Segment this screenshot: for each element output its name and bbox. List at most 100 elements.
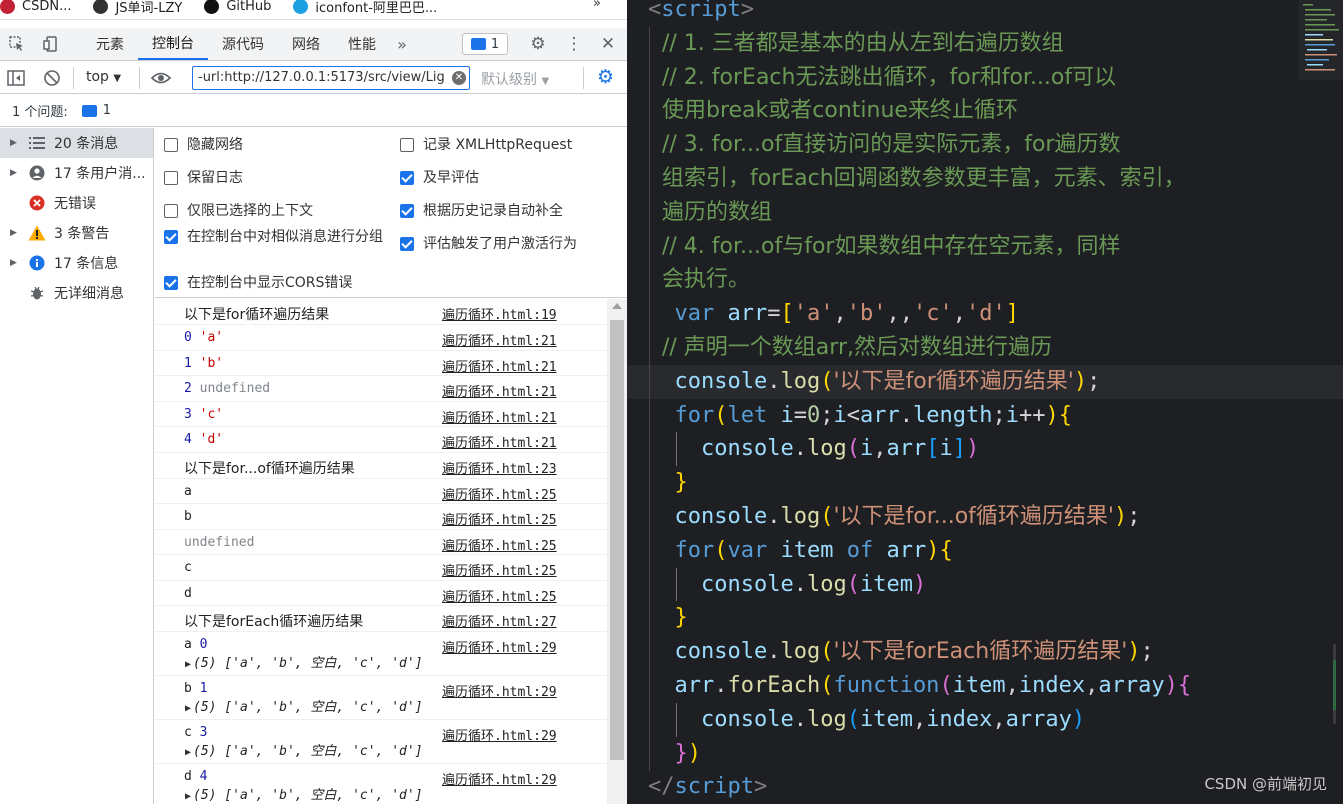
expand-arrow-icon[interactable]: ▶ bbox=[10, 138, 22, 148]
source-link[interactable]: 遍历循环.html:29 bbox=[442, 681, 557, 700]
code-line[interactable]: console.log('以下是forEach循环遍历结果'); bbox=[627, 635, 1343, 669]
sidebar-item-warning[interactable]: ▶ 3 条警告 bbox=[0, 218, 153, 248]
code-line[interactable]: arr.forEach(function(item,index,array){ bbox=[627, 669, 1343, 703]
code-line[interactable]: 遍历的数组 bbox=[627, 196, 1343, 230]
bookmark-item[interactable]: JS单词-LZY bbox=[93, 0, 182, 16]
code-line[interactable]: }) bbox=[627, 737, 1343, 771]
source-link[interactable]: 遍历循环.html:25 bbox=[442, 484, 557, 503]
expand-arrow-icon[interactable]: ▶ bbox=[185, 791, 191, 802]
source-link[interactable]: 遍历循环.html:21 bbox=[442, 381, 557, 400]
kebab-menu-icon[interactable]: ⋮ bbox=[559, 28, 589, 60]
code-line[interactable]: var arr=['a','b',,'c','d'] bbox=[627, 297, 1343, 331]
source-link[interactable]: 遍历循环.html:27 bbox=[442, 611, 557, 630]
checkbox[interactable] bbox=[164, 276, 178, 290]
checkbox[interactable] bbox=[164, 138, 178, 152]
log-levels-dropdown[interactable]: 默认级别 ▼ bbox=[481, 69, 549, 89]
source-link[interactable]: 遍历循环.html:21 bbox=[442, 432, 557, 451]
checkbox[interactable] bbox=[400, 138, 414, 152]
checkbox[interactable] bbox=[164, 204, 178, 218]
clear-filter-icon[interactable]: ✕ bbox=[452, 71, 466, 85]
sidebar-item-bug[interactable]: 无详细消息 bbox=[0, 278, 153, 308]
filter-input[interactable]: -url:http://127.0.0.1:5173/src/view/Lig … bbox=[192, 66, 470, 90]
code-line[interactable]: console.log(item,index,array) bbox=[627, 703, 1343, 737]
source-link[interactable]: 遍历循环.html:21 bbox=[442, 407, 557, 426]
checkbox[interactable] bbox=[164, 230, 178, 244]
expand-arrow-icon[interactable]: ▶ bbox=[10, 258, 22, 268]
more-tabs-button[interactable]: » bbox=[390, 28, 414, 60]
issues-bar[interactable]: 1 个问题: 1 bbox=[0, 95, 627, 127]
tab-4[interactable]: 性能 bbox=[334, 28, 390, 60]
expand-arrow-icon[interactable]: ▶ bbox=[185, 703, 191, 714]
source-link[interactable]: 遍历循环.html:23 bbox=[442, 458, 557, 477]
console-settings-gear-icon[interactable]: ⚙ bbox=[597, 66, 614, 88]
code-line[interactable]: } bbox=[627, 601, 1343, 635]
code-line[interactable]: // 1. 三者都是基本的由从左到右遍历数组 bbox=[627, 27, 1343, 61]
console-scrollbar[interactable] bbox=[607, 299, 627, 804]
tab-1[interactable]: 控制台 bbox=[138, 28, 208, 60]
code-line[interactable]: console.log('以下是for循环遍历结果'); bbox=[627, 364, 1343, 399]
source-link[interactable]: 遍历循环.html:25 bbox=[442, 560, 557, 579]
code-line[interactable]: 会执行。 bbox=[627, 263, 1343, 297]
code-line[interactable]: 使用break或者continue来终止循环 bbox=[627, 94, 1343, 128]
sidebar-item-error[interactable]: 无错误 bbox=[0, 188, 153, 218]
tab-2[interactable]: 源代码 bbox=[208, 28, 278, 60]
bookmark-item[interactable]: GitHub bbox=[204, 0, 271, 14]
code-line[interactable]: console.log(item) bbox=[627, 568, 1343, 602]
minimap[interactable] bbox=[1299, 0, 1343, 80]
code-line[interactable]: 组索引，forEach回调函数参数更丰富，元素、索引， bbox=[627, 162, 1343, 196]
code-line[interactable]: <script> bbox=[627, 0, 1343, 27]
setting-checkbox[interactable]: 保留日志 bbox=[164, 168, 243, 188]
checkbox[interactable] bbox=[400, 237, 414, 251]
code-line[interactable]: console.log(i,arr[i]) bbox=[627, 432, 1343, 466]
tab-3[interactable]: 网络 bbox=[278, 28, 334, 60]
setting-checkbox[interactable]: 隐藏网络 bbox=[164, 135, 243, 155]
expand-arrow-icon[interactable]: ▶ bbox=[10, 228, 22, 238]
inspect-element-icon[interactable] bbox=[0, 28, 34, 60]
scroll-up-arrow-icon[interactable] bbox=[612, 303, 622, 309]
live-expression-eye-icon[interactable] bbox=[150, 67, 172, 93]
clear-console-icon[interactable] bbox=[42, 68, 62, 92]
setting-checkbox[interactable]: 仅限已选择的上下文 bbox=[164, 201, 313, 221]
source-link[interactable]: 遍历循环.html:25 bbox=[442, 586, 557, 605]
source-link[interactable]: 遍历循环.html:25 bbox=[442, 535, 557, 554]
sidebar-toggle-icon[interactable] bbox=[6, 68, 26, 92]
source-link[interactable]: 遍历循环.html:29 bbox=[442, 637, 557, 656]
code-line[interactable]: for(let i=0;i<arr.length;i++){ bbox=[627, 399, 1343, 433]
source-link[interactable]: 遍历循环.html:25 bbox=[442, 509, 557, 528]
expand-arrow-icon[interactable]: ▶ bbox=[10, 168, 22, 178]
expand-arrow-icon[interactable]: ▶ bbox=[185, 747, 191, 758]
setting-checkbox[interactable]: 在控制台中显示CORS错误 bbox=[164, 273, 352, 293]
code-line[interactable]: // 3. for...of直接访问的是实际元素，for遍历数 bbox=[627, 128, 1343, 162]
code-line[interactable]: // 2. forEach无法跳出循环，for和for...of可以 bbox=[627, 61, 1343, 95]
sidebar-item-user[interactable]: ▶ 17 条用户消... bbox=[0, 158, 153, 188]
code-line[interactable]: console.log('以下是for...of循环遍历结果'); bbox=[627, 500, 1343, 534]
setting-checkbox[interactable]: 评估触发了用户激活行为 bbox=[400, 234, 577, 254]
bookmarks-more-button[interactable]: » bbox=[593, 0, 601, 11]
settings-gear-icon[interactable]: ⚙ bbox=[523, 28, 553, 60]
source-link[interactable]: 遍历循环.html:29 bbox=[442, 725, 557, 744]
bookmark-item[interactable]: CSDN... bbox=[0, 0, 71, 14]
source-link[interactable]: 遍历循环.html:21 bbox=[442, 356, 557, 375]
sidebar-item-list[interactable]: ▶ 20 条消息 bbox=[0, 128, 153, 158]
sidebar-item-info[interactable]: ▶ 17 条信息 bbox=[0, 248, 153, 278]
code-line[interactable]: // 4. for...of与for如果数组中存在空元素，同样 bbox=[627, 230, 1343, 264]
checkbox[interactable] bbox=[164, 171, 178, 185]
code-line[interactable]: } bbox=[627, 466, 1343, 500]
tab-0[interactable]: 元素 bbox=[82, 28, 138, 60]
source-link[interactable]: 遍历循环.html:29 bbox=[442, 769, 557, 788]
device-toolbar-icon[interactable] bbox=[34, 28, 68, 60]
setting-checkbox[interactable]: 根据历史记录自动补全 bbox=[400, 201, 563, 221]
close-icon[interactable]: ✕ bbox=[593, 28, 623, 60]
source-link[interactable]: 遍历循环.html:19 bbox=[442, 304, 557, 323]
setting-checkbox[interactable]: 记录 XMLHttpRequest bbox=[400, 135, 572, 155]
checkbox[interactable] bbox=[400, 171, 414, 185]
setting-checkbox[interactable]: 及早评估 bbox=[400, 168, 479, 188]
code-line[interactable]: // 声明一个数组arr,然后对数组进行遍历 bbox=[627, 331, 1343, 365]
source-link[interactable]: 遍历循环.html:21 bbox=[442, 330, 557, 349]
checkbox[interactable] bbox=[400, 204, 414, 218]
context-selector[interactable]: top ▼ bbox=[86, 69, 121, 85]
scroll-thumb[interactable] bbox=[610, 320, 624, 760]
code-line[interactable]: for(var item of arr){ bbox=[627, 534, 1343, 568]
expand-arrow-icon[interactable]: ▶ bbox=[185, 659, 191, 670]
issues-badge[interactable]: 1 bbox=[462, 33, 508, 55]
